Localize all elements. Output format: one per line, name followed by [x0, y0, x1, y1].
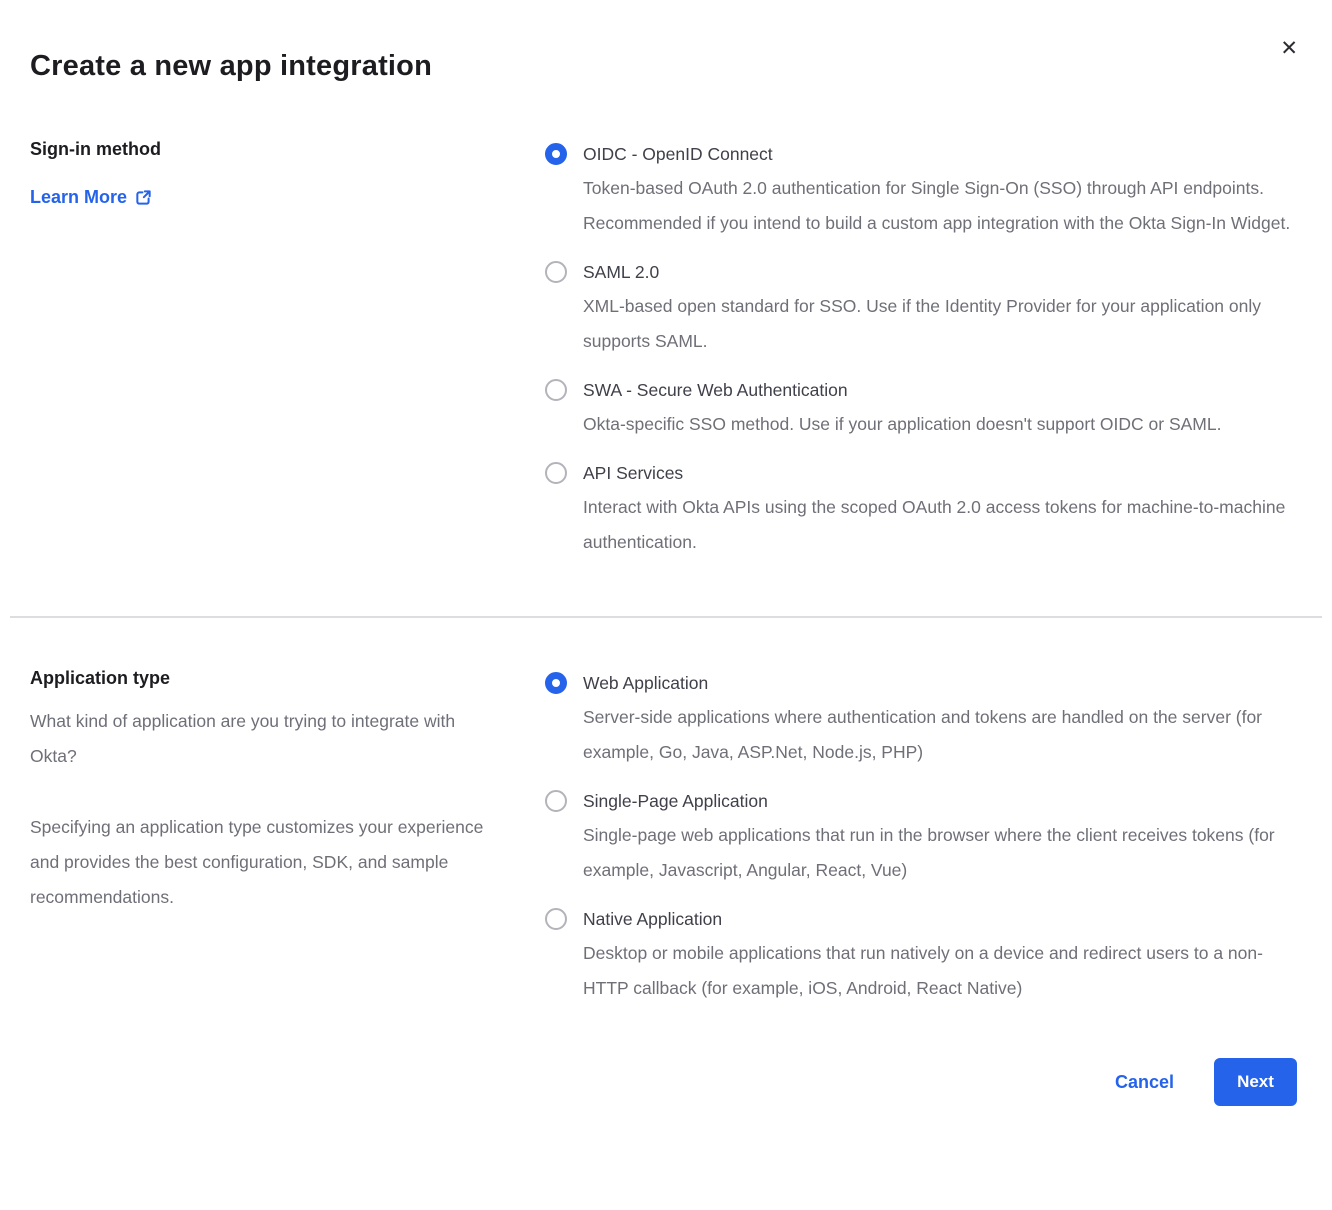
option-oidc: OIDC - OpenID Connect Token-based OAuth …	[545, 137, 1297, 241]
learn-more-link[interactable]: Learn More	[30, 187, 152, 208]
option-native-application: Native Application Desktop or mobile app…	[545, 902, 1297, 1006]
radio-icon[interactable]	[545, 379, 567, 401]
option-api-services-label[interactable]: API Services	[583, 456, 1295, 490]
option-oidc-description: Token-based OAuth 2.0 authentication for…	[583, 171, 1295, 241]
section-divider	[10, 616, 1322, 618]
radio-icon[interactable]	[545, 462, 567, 484]
radio-icon[interactable]	[545, 672, 567, 694]
signin-method-options: OIDC - OpenID Connect Token-based OAuth …	[545, 137, 1297, 560]
option-swa: SWA - Secure Web Authentication Okta-spe…	[545, 373, 1297, 442]
radio-icon[interactable]	[545, 908, 567, 930]
application-type-section: Application type What kind of applicatio…	[30, 666, 1297, 1006]
dialog-footer: Cancel Next	[30, 1058, 1297, 1106]
option-api-services-description: Interact with Okta APIs using the scoped…	[583, 490, 1295, 560]
dialog-title: Create a new app integration	[30, 50, 1297, 83]
option-oidc-label[interactable]: OIDC - OpenID Connect	[583, 137, 1295, 171]
next-button[interactable]: Next	[1214, 1058, 1297, 1106]
close-icon[interactable]: ✕	[1280, 38, 1298, 59]
radio-icon[interactable]	[545, 790, 567, 812]
application-type-label: Application type	[30, 666, 505, 690]
option-single-page-application-description: Single-page web applications that run in…	[583, 818, 1295, 888]
external-link-icon	[135, 189, 152, 206]
create-app-integration-dialog: ✕ Create a new app integration Sign-in m…	[0, 0, 1332, 1210]
option-saml-description: XML-based open standard for SSO. Use if …	[583, 289, 1295, 359]
application-type-options: Web Application Server-side applications…	[545, 666, 1297, 1006]
option-native-application-label[interactable]: Native Application	[583, 902, 1295, 936]
option-api-services: API Services Interact with Okta APIs usi…	[545, 456, 1297, 560]
application-type-description-1: What kind of application are you trying …	[30, 704, 505, 774]
option-single-page-application-label[interactable]: Single-Page Application	[583, 784, 1295, 818]
application-type-description-2: Specifying an application type customize…	[30, 810, 505, 915]
option-web-application: Web Application Server-side applications…	[545, 666, 1297, 770]
option-saml-label[interactable]: SAML 2.0	[583, 255, 1295, 289]
option-native-application-description: Desktop or mobile applications that run …	[583, 936, 1295, 1006]
cancel-button[interactable]: Cancel	[1115, 1072, 1174, 1093]
learn-more-label: Learn More	[30, 187, 127, 208]
signin-method-section: Sign-in method Learn More OIDC - OpenID …	[30, 137, 1297, 560]
signin-method-label: Sign-in method	[30, 137, 505, 161]
option-web-application-label[interactable]: Web Application	[583, 666, 1295, 700]
option-single-page-application: Single-Page Application Single-page web …	[545, 784, 1297, 888]
radio-icon[interactable]	[545, 261, 567, 283]
option-swa-label[interactable]: SWA - Secure Web Authentication	[583, 373, 1221, 407]
option-saml: SAML 2.0 XML-based open standard for SSO…	[545, 255, 1297, 359]
option-swa-description: Okta-specific SSO method. Use if your ap…	[583, 407, 1221, 442]
option-web-application-description: Server-side applications where authentic…	[583, 700, 1295, 770]
radio-icon[interactable]	[545, 143, 567, 165]
